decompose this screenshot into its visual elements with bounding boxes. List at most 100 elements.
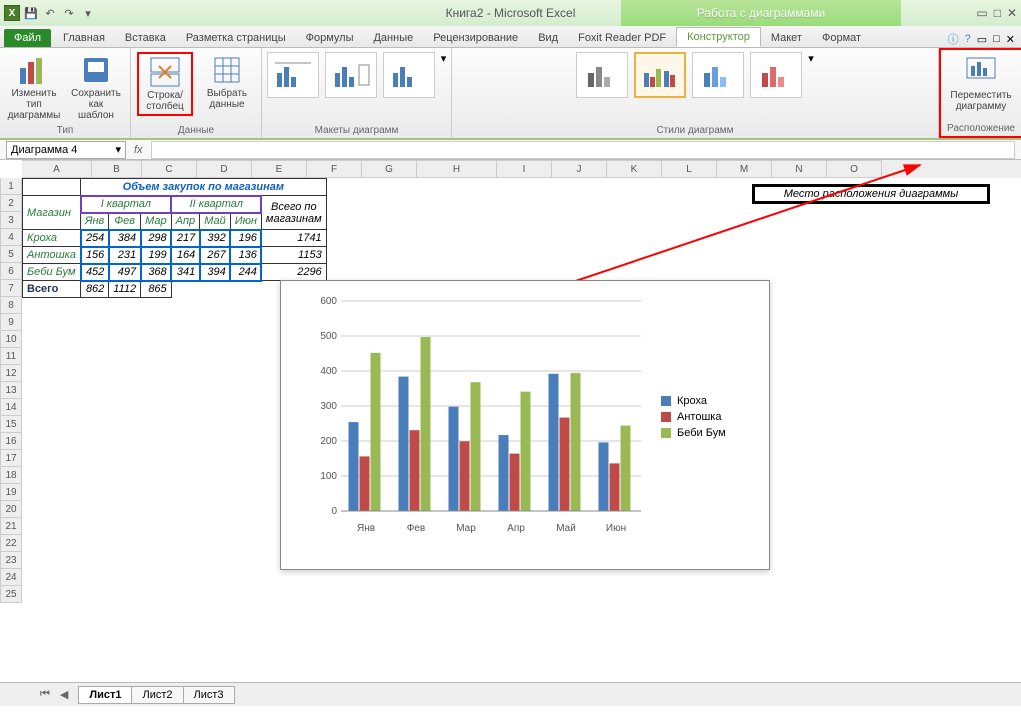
formula-input[interactable] [151,141,1015,159]
cell[interactable]: II квартал [171,196,261,213]
row-header[interactable]: 15 [0,416,22,433]
cell[interactable]: 156 [81,247,109,264]
row-header[interactable]: 21 [0,518,22,535]
cell[interactable]: 2296 [261,264,326,281]
sheet-nav-first-icon[interactable]: ⏮ [40,688,50,701]
tab-file[interactable]: Файл [4,29,51,47]
col-header[interactable]: M [717,160,772,178]
cell[interactable]: Объем закупок по магазинам [81,179,327,196]
cell[interactable]: 298 [141,230,172,247]
row-header[interactable]: 1 [0,178,22,195]
row-header[interactable]: 13 [0,382,22,399]
col-header[interactable]: E [252,160,307,178]
style-option[interactable] [692,52,744,98]
cell[interactable]: Янв [81,213,109,230]
row-header[interactable]: 8 [0,297,22,314]
col-header[interactable]: L [662,160,717,178]
row-header[interactable]: 25 [0,586,22,603]
col-header[interactable]: A [22,160,92,178]
cell[interactable]: Июн [230,213,261,230]
cell[interactable] [23,179,81,196]
col-header[interactable]: D [197,160,252,178]
row-header[interactable]: 12 [0,365,22,382]
cell[interactable]: 217 [171,230,200,247]
col-header[interactable]: J [552,160,607,178]
style-option[interactable] [576,52,628,98]
layout-option[interactable] [267,52,319,98]
tab-view[interactable]: Вид [528,29,568,47]
layout-option[interactable] [325,52,377,98]
cell[interactable]: Апр [171,213,200,230]
row-header[interactable]: 10 [0,331,22,348]
row-header[interactable]: 5 [0,246,22,263]
change-chart-type-button[interactable]: Изменить тип диаграммы [6,52,62,123]
maximize-icon[interactable]: □ [994,6,1001,20]
cell[interactable]: Магазин [23,196,81,230]
cell[interactable]: 244 [230,264,261,281]
row-header[interactable]: 16 [0,433,22,450]
row-header[interactable]: 22 [0,535,22,552]
sheet-tab[interactable]: Лист1 [78,686,132,704]
cell[interactable]: 196 [230,230,261,247]
window-close-icon[interactable]: ✕ [1006,33,1015,46]
cell[interactable]: 1741 [261,230,326,247]
style-option[interactable] [750,52,802,98]
sheet-tab[interactable]: Лист3 [183,686,235,704]
row-header[interactable]: 6 [0,263,22,280]
row-header[interactable]: 24 [0,569,22,586]
minimize-icon[interactable]: ▭ [976,6,987,20]
cell[interactable]: Антошка [23,247,81,264]
row-header[interactable]: 3 [0,212,22,229]
minimize-ribbon-icon[interactable]: ⓘ [948,31,959,47]
cell[interactable]: 231 [109,247,141,264]
column-headers[interactable]: ABCDEFGHIJKLMNO [22,160,1021,178]
redo-icon[interactable]: ↷ [61,5,77,21]
row-header[interactable]: 23 [0,552,22,569]
cell[interactable]: I квартал [81,196,172,213]
worksheet[interactable]: ABCDEFGHIJKLMNO 123456789101112131415161… [0,160,1021,682]
cell[interactable]: 392 [200,230,231,247]
select-data-button[interactable]: Выбрать данные [199,52,255,112]
col-header[interactable]: B [92,160,142,178]
tab-data[interactable]: Данные [363,29,423,47]
col-header[interactable]: G [362,160,417,178]
window-restore-icon[interactable]: □ [993,33,1000,45]
col-header[interactable]: N [772,160,827,178]
cell[interactable]: 862 [81,281,109,298]
row-header[interactable]: 7 [0,280,22,297]
undo-icon[interactable]: ↶ [42,5,58,21]
cell[interactable]: 865 [141,281,172,298]
row-header[interactable]: 2 [0,195,22,212]
cell[interactable]: 394 [200,264,231,281]
col-header[interactable]: I [497,160,552,178]
cell[interactable]: 1112 [109,281,141,298]
style-option-selected[interactable] [634,52,686,98]
tab-design[interactable]: Конструктор [676,27,761,47]
save-template-button[interactable]: Сохранить как шаблон [68,52,124,123]
cell[interactable]: Беби Бум [23,264,81,281]
cell[interactable]: 199 [141,247,172,264]
sheet-nav-prev-icon[interactable]: ◀ [60,688,68,701]
layout-option[interactable] [383,52,435,98]
cell[interactable]: 452 [81,264,109,281]
tab-insert[interactable]: Вставка [115,29,176,47]
row-header[interactable]: 17 [0,450,22,467]
tab-home[interactable]: Главная [53,29,115,47]
cell[interactable]: 1153 [261,247,326,264]
tab-formulas[interactable]: Формулы [296,29,364,47]
move-chart-button[interactable]: Переместить диаграмму [953,54,1009,114]
chart-styles-gallery[interactable]: ▾ [576,52,814,125]
name-box[interactable]: Диаграмма 4▾ [6,141,126,159]
qat-dropdown-icon[interactable]: ▾ [80,5,96,21]
cell[interactable]: 164 [171,247,200,264]
chart-layouts-gallery[interactable]: ▾ [267,52,447,125]
col-header[interactable]: O [827,160,882,178]
chevron-down-icon[interactable]: ▾ [115,143,121,156]
cell[interactable]: 384 [109,230,141,247]
cell[interactable]: 341 [171,264,200,281]
cell[interactable]: 368 [141,264,172,281]
embedded-chart[interactable]: 0100200300400500600ЯнвФевМарАпрМайИюн Кр… [280,280,770,570]
row-header[interactable]: 18 [0,467,22,484]
col-header[interactable]: C [142,160,197,178]
close-icon[interactable]: ✕ [1007,6,1017,20]
